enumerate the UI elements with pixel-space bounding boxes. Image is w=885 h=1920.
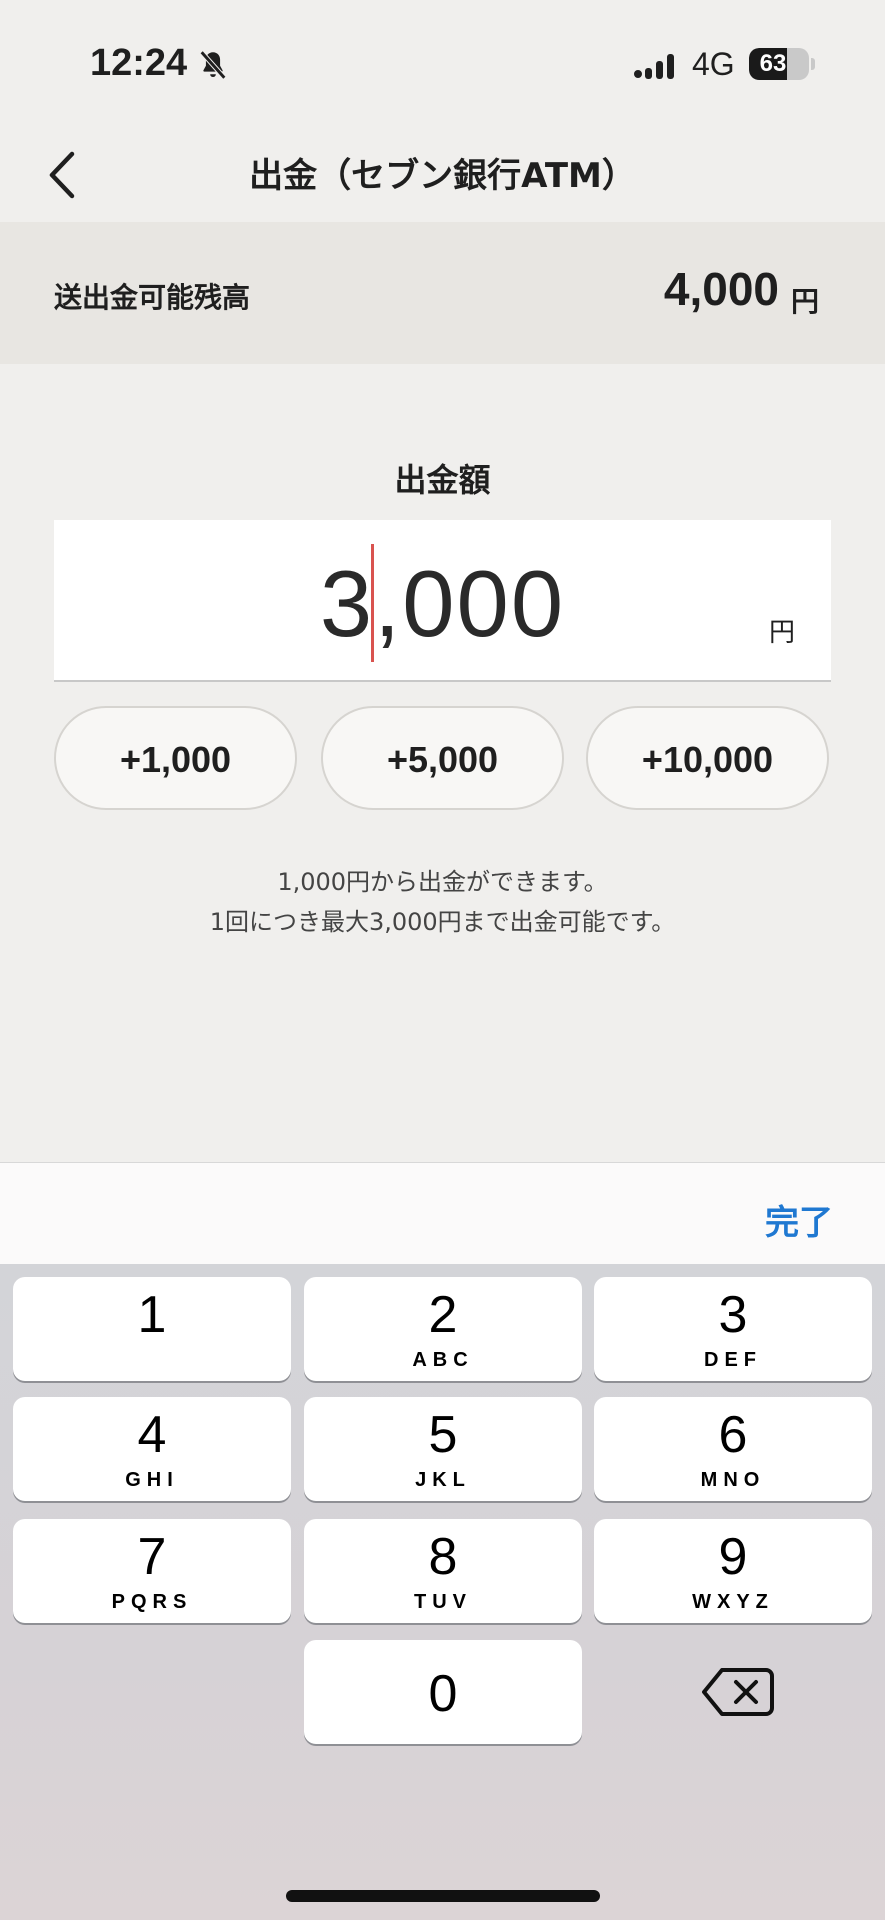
key-0[interactable]: 0	[304, 1640, 582, 1744]
status-time: 12:24	[90, 42, 188, 84]
note-line-1: 1,000円から出金ができます。	[277, 868, 608, 896]
key-9[interactable]: 9 WXYZ	[594, 1519, 872, 1623]
withdrawal-notes: 1,000円から出金ができます。 1回につき最大3,000円まで出金可能です。	[0, 862, 885, 942]
key-1[interactable]: 1	[13, 1277, 291, 1381]
key-number: 4	[137, 1406, 167, 1464]
balance-unit: 円	[790, 285, 819, 318]
signal-icon	[634, 54, 674, 79]
balance-value: 4,000	[663, 263, 779, 315]
key-letters: TUV	[414, 1591, 472, 1613]
key-8[interactable]: 8 TUV	[304, 1519, 582, 1623]
text-caret	[371, 544, 374, 662]
key-letters: DEF	[704, 1349, 762, 1371]
key-number: 8	[428, 1528, 458, 1586]
add-5000-button[interactable]: +5,000	[321, 706, 564, 810]
key-number: 9	[718, 1528, 748, 1586]
amount-value: 3,000	[319, 551, 566, 656]
key-letters: GHI	[125, 1469, 179, 1491]
key-number: 2	[428, 1286, 458, 1344]
battery-icon: 63	[749, 48, 809, 80]
done-button[interactable]: 完了	[765, 1195, 833, 1244]
key-letters: ABC	[412, 1349, 474, 1371]
key-letters: JKL	[415, 1469, 471, 1491]
amount-label: 出金額	[394, 461, 491, 499]
note-line-2: 1回につき最大3,000円まで出金可能です。	[209, 908, 676, 936]
key-4[interactable]: 4 GHI	[13, 1397, 291, 1501]
add-10000-button[interactable]: +10,000	[586, 706, 829, 810]
balance-label: 送出金可能残高	[54, 281, 251, 314]
key-letters: PQRS	[111, 1591, 193, 1613]
key-number: 1	[137, 1286, 167, 1344]
key-5[interactable]: 5 JKL	[304, 1397, 582, 1501]
key-3[interactable]: 3 DEF	[594, 1277, 872, 1381]
key-number: 0	[428, 1665, 458, 1723]
key-2[interactable]: 2 ABC	[304, 1277, 582, 1381]
add-1000-button[interactable]: +1,000	[54, 706, 297, 810]
backspace-icon[interactable]	[700, 1664, 776, 1720]
key-number: 5	[428, 1406, 458, 1464]
page-title: 出金（セブン銀行ATM）	[249, 156, 636, 196]
key-number: 6	[718, 1406, 748, 1464]
home-indicator	[286, 1890, 600, 1902]
network-type: 4G	[692, 46, 735, 82]
keyboard-accessory-bar: 完了	[0, 1162, 885, 1265]
amount-unit: 円	[768, 618, 795, 648]
key-letters: MNO	[700, 1469, 766, 1491]
key-number: 3	[718, 1286, 748, 1344]
battery-nub	[811, 58, 815, 70]
key-7[interactable]: 7 PQRS	[13, 1519, 291, 1623]
key-letters: WXYZ	[692, 1591, 774, 1613]
key-number: 7	[137, 1528, 167, 1586]
balance-section: 送出金可能残高 4,000 円	[0, 222, 885, 364]
status-bar: 12:24 4G 63	[0, 0, 885, 130]
battery-level: 63	[759, 50, 787, 77]
amount-input[interactable]: 3,000 円	[54, 520, 831, 682]
key-6[interactable]: 6 MNO	[594, 1397, 872, 1501]
bell-slash-icon	[199, 50, 227, 80]
